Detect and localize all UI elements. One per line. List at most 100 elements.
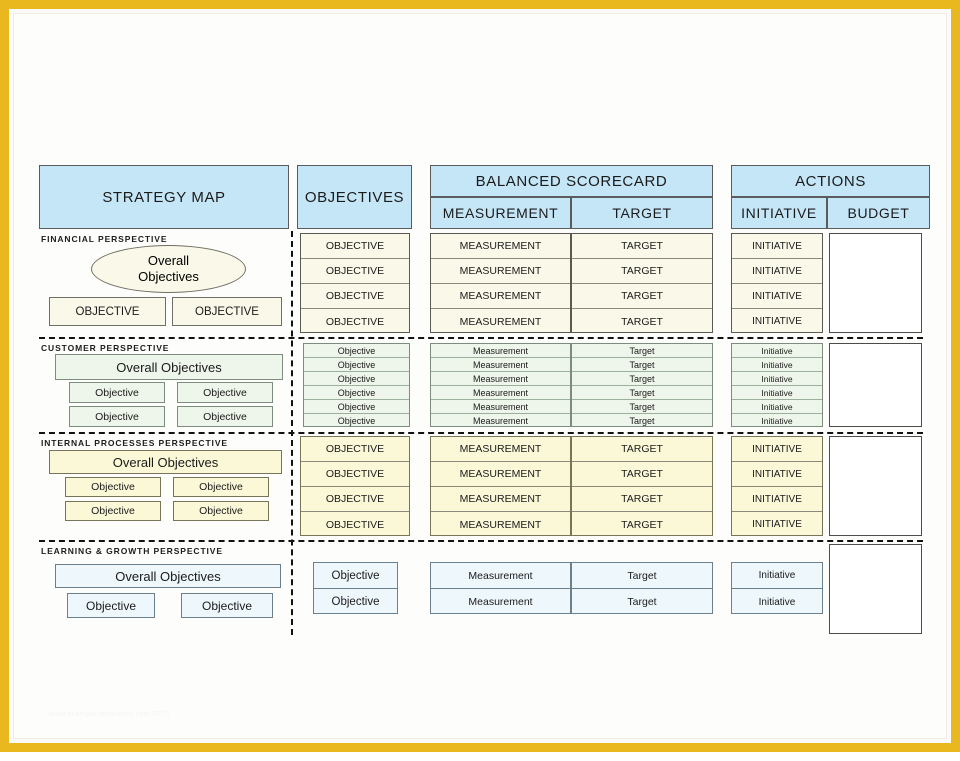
customer-initiative-cell[interactable]: Initiative bbox=[732, 386, 822, 400]
internal-sub-objective-1[interactable]: Objective bbox=[65, 477, 161, 497]
customer-initiative-cell[interactable]: Initiative bbox=[732, 372, 822, 386]
customer-target-cell[interactable]: Target bbox=[572, 372, 712, 386]
customer-budget-box[interactable] bbox=[829, 343, 922, 427]
customer-objective-cell[interactable]: Objective bbox=[304, 372, 409, 386]
internal-target-cell[interactable]: TARGET bbox=[572, 487, 712, 512]
customer-objective-cell[interactable]: Objective bbox=[304, 414, 409, 426]
internal-measurement-cell[interactable]: MEASUREMENT bbox=[431, 512, 570, 535]
customer-target-cell[interactable]: Target bbox=[572, 358, 712, 372]
financial-target-cell[interactable]: TARGET bbox=[572, 309, 712, 332]
header-objectives: OBJECTIVES bbox=[297, 165, 412, 229]
financial-objective-cell[interactable]: OBJECTIVE bbox=[301, 259, 409, 284]
header-budget-label: BUDGET bbox=[847, 205, 910, 221]
learning-sub-objective-2-label: Objective bbox=[201, 598, 253, 613]
learning-target-cell[interactable]: Target bbox=[572, 563, 712, 589]
customer-objective-cell[interactable]: Objective bbox=[304, 344, 409, 358]
header-balanced-scorecard: BALANCED SCORECARD bbox=[430, 165, 713, 197]
internal-sub-objective-2-label: Objective bbox=[199, 481, 243, 493]
learning-initiative-cell[interactable]: Initiative bbox=[732, 589, 822, 613]
cell-label: Initiative bbox=[758, 596, 796, 608]
customer-objective-cell[interactable]: Objective bbox=[304, 400, 409, 414]
internal-sub-objective-4[interactable]: Objective bbox=[173, 501, 269, 521]
financial-measurement-cell[interactable]: MEASUREMENT bbox=[431, 284, 570, 309]
customer-overall-objectives[interactable]: Overall Objectives bbox=[55, 354, 283, 380]
financial-measurement-cell[interactable]: MEASUREMENT bbox=[431, 259, 570, 284]
internal-objective-cell[interactable]: OBJECTIVE bbox=[301, 437, 409, 462]
learning-measurement-cell[interactable]: Measurement bbox=[431, 563, 570, 589]
internal-objective-cell[interactable]: OBJECTIVE bbox=[301, 462, 409, 487]
financial-sub-objective-1[interactable]: OBJECTIVE bbox=[49, 297, 166, 326]
customer-measurement-cell[interactable]: Measurement bbox=[431, 400, 570, 414]
learning-sub-objective-2[interactable]: Objective bbox=[181, 593, 273, 618]
customer-target-cell[interactable]: Target bbox=[572, 400, 712, 414]
internal-initiative-cell[interactable]: INITIATIVE bbox=[732, 437, 822, 462]
internal-initiative-cell[interactable]: INITIATIVE bbox=[732, 512, 822, 535]
internal-measurement-cell[interactable]: MEASUREMENT bbox=[431, 437, 570, 462]
customer-measurement-cell[interactable]: Measurement bbox=[431, 414, 570, 426]
internal-initiative-cell[interactable]: INITIATIVE bbox=[732, 487, 822, 512]
learning-objective-cell[interactable]: Objective bbox=[314, 589, 397, 613]
internal-overall-objectives[interactable]: Overall Objectives bbox=[49, 450, 282, 474]
customer-measurement-cell[interactable]: Measurement bbox=[431, 386, 570, 400]
financial-overall-objectives-ellipse[interactable]: Overall Objectives bbox=[91, 245, 246, 293]
customer-sub-objective-2[interactable]: Objective bbox=[177, 382, 273, 403]
customer-target-cell[interactable]: Target bbox=[572, 344, 712, 358]
learning-target-cell[interactable]: Target bbox=[572, 589, 712, 613]
financial-sub-objective-2[interactable]: OBJECTIVE bbox=[172, 297, 282, 326]
customer-measurement-cell[interactable]: Measurement bbox=[431, 372, 570, 386]
internal-target-cell[interactable]: TARGET bbox=[572, 437, 712, 462]
internal-measurement-cell[interactable]: MEASUREMENT bbox=[431, 462, 570, 487]
customer-measurement-cell[interactable]: Measurement bbox=[431, 344, 570, 358]
internal-objective-cell[interactable]: OBJECTIVE bbox=[301, 512, 409, 535]
customer-target-cell[interactable]: Target bbox=[572, 414, 712, 426]
customer-initiative-cell[interactable]: Initiative bbox=[732, 358, 822, 372]
customer-target-cell[interactable]: Target bbox=[572, 386, 712, 400]
overall-line-1: Overall bbox=[147, 252, 190, 268]
financial-initiative-cell[interactable]: INITIATIVE bbox=[732, 284, 822, 309]
financial-target-cell[interactable]: TARGET bbox=[572, 284, 712, 309]
financial-initiative-cell[interactable]: INITIATIVE bbox=[732, 234, 822, 259]
customer-sub-objective-1[interactable]: Objective bbox=[69, 382, 165, 403]
financial-initiative-cell[interactable]: INITIATIVE bbox=[732, 309, 822, 332]
learning-overall-objectives[interactable]: Overall Objectives bbox=[55, 564, 281, 588]
learning-initiative-cell[interactable]: Initiative bbox=[732, 563, 822, 589]
learning-budget-box[interactable] bbox=[829, 544, 922, 634]
customer-measurement-cell[interactable]: Measurement bbox=[431, 358, 570, 372]
financial-measurement-cell[interactable]: MEASUREMENT bbox=[431, 234, 570, 259]
internal-initiative-cell[interactable]: INITIATIVE bbox=[732, 462, 822, 487]
financial-target-cell[interactable]: TARGET bbox=[572, 234, 712, 259]
financial-objective-cell[interactable]: OBJECTIVE bbox=[301, 234, 409, 259]
financial-objective-cell[interactable]: OBJECTIVE bbox=[301, 284, 409, 309]
financial-measurement-cell[interactable]: MEASUREMENT bbox=[431, 309, 570, 332]
learning-sub-objective-1[interactable]: Objective bbox=[67, 593, 155, 618]
cell-label: INITIATIVE bbox=[752, 316, 802, 327]
financial-sub-objective-2-label: OBJECTIVE bbox=[195, 305, 259, 318]
customer-objective-cell[interactable]: Objective bbox=[304, 386, 409, 400]
internal-objective-cell[interactable]: OBJECTIVE bbox=[301, 487, 409, 512]
customer-initiative-cell[interactable]: Initiative bbox=[732, 400, 822, 414]
financial-initiative-cell[interactable]: INITIATIVE bbox=[732, 259, 822, 284]
cell-label: Initiative bbox=[761, 359, 793, 370]
financial-budget-box[interactable] bbox=[829, 233, 922, 333]
customer-sub-objective-3[interactable]: Objective bbox=[69, 406, 165, 427]
cell-label: Target bbox=[629, 387, 655, 398]
financial-objective-cell[interactable]: OBJECTIVE bbox=[301, 309, 409, 332]
learning-objective-cell[interactable]: Objective bbox=[314, 563, 397, 589]
internal-target-cell[interactable]: TARGET bbox=[572, 512, 712, 535]
customer-initiative-cell[interactable]: Initiative bbox=[732, 414, 822, 426]
cell-label: MEASUREMENT bbox=[459, 290, 542, 302]
cell-label: INITIATIVE bbox=[752, 240, 802, 252]
financial-target-cell[interactable]: TARGET bbox=[572, 259, 712, 284]
header-strategy-map-label: STRATEGY MAP bbox=[102, 188, 226, 206]
internal-measurement-cell[interactable]: MEASUREMENT bbox=[431, 487, 570, 512]
section-separator-3 bbox=[39, 540, 923, 542]
internal-sub-objective-3[interactable]: Objective bbox=[65, 501, 161, 521]
customer-sub-objective-4[interactable]: Objective bbox=[177, 406, 273, 427]
learning-overall-objectives-label: Overall Objectives bbox=[115, 568, 221, 584]
internal-budget-box[interactable] bbox=[829, 436, 922, 536]
internal-target-cell[interactable]: TARGET bbox=[572, 462, 712, 487]
learning-measurement-cell[interactable]: Measurement bbox=[431, 589, 570, 613]
customer-initiative-cell[interactable]: Initiative bbox=[732, 344, 822, 358]
internal-sub-objective-2[interactable]: Objective bbox=[173, 477, 269, 497]
customer-objective-cell[interactable]: Objective bbox=[304, 358, 409, 372]
